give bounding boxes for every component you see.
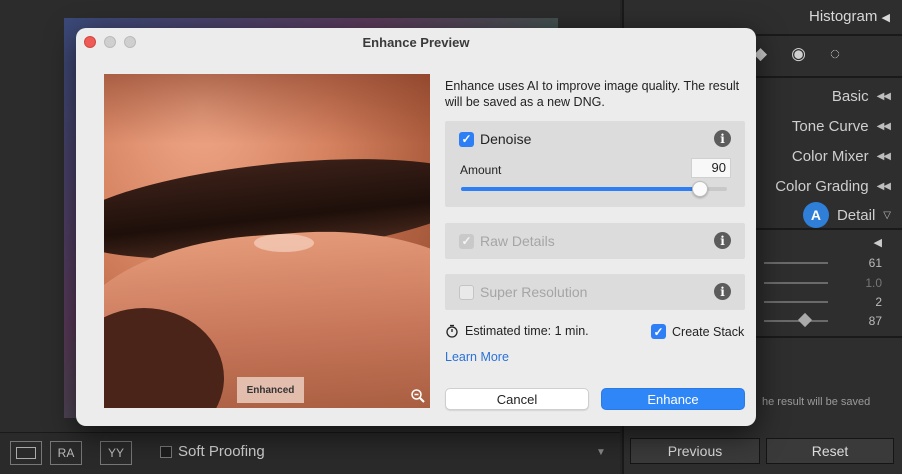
circle-dotted-icon[interactable]: ◌ (830, 44, 840, 64)
create-stack-checkbox[interactable]: ✓ (651, 324, 666, 339)
denoise-checkbox[interactable]: ✓ (459, 131, 474, 147)
detail-slider[interactable] (764, 320, 828, 322)
create-stack-label: Create Stack (672, 324, 745, 339)
dialog-titlebar: Enhance Preview (76, 28, 756, 56)
loupe-view-button[interactable] (10, 441, 42, 465)
detail-header[interactable]: A Detail ▽ (802, 202, 891, 228)
zoom-out-icon[interactable] (410, 388, 426, 404)
lightroom-window: RA YY Soft Proofing ▼ Histogram ◀ ◆ ◉ ◌ … (0, 0, 902, 474)
enhanced-label: Enhanced (237, 377, 304, 403)
histogram-label: Histogram (809, 8, 878, 25)
radius-value[interactable]: 1.0 (865, 276, 882, 290)
denoise-label: Denoise (480, 131, 532, 147)
annotation-badge: A (802, 202, 829, 228)
reset-button[interactable]: Reset (766, 438, 894, 464)
super-resolution-section: Super Resolution i (445, 274, 745, 310)
enhanced-preview-image[interactable]: Enhanced (104, 74, 430, 408)
checkmark-icon: ✓ (653, 324, 664, 339)
denoise-section: ✓ Denoise i Amount 90 (445, 121, 745, 207)
collapse-icon: ◀◀ (876, 91, 891, 102)
preview-highlight (254, 234, 314, 252)
collapse-icon: ◀◀ (876, 181, 891, 192)
detail-slider[interactable] (764, 301, 828, 303)
collapse-left-icon: ◀ (881, 12, 890, 24)
info-icon[interactable]: i (714, 283, 731, 300)
checkmark-icon: ✓ (461, 234, 472, 248)
detail-collapse-icon[interactable]: ◀ (874, 236, 882, 249)
before-after-yy-button[interactable]: YY (100, 441, 132, 465)
info-text: he result will be saved (762, 396, 871, 408)
basic-header[interactable]: Basic ◀◀ (831, 88, 891, 105)
raw-details-option: ✓ Raw Details (459, 233, 555, 249)
detail-slider[interactable] (764, 282, 828, 284)
cancel-button[interactable]: Cancel (445, 388, 589, 410)
basic-label: Basic (831, 88, 869, 105)
dialog-title: Enhance Preview (362, 35, 470, 50)
bottom-toolbar: RA YY Soft Proofing ▼ (0, 432, 620, 474)
enhance-description: Enhance uses AI to improve image quality… (445, 79, 740, 109)
enhance-preview-dialog: Enhance Preview Enhanced Enhance uses AI… (76, 28, 756, 426)
super-resolution-option: Super Resolution (459, 284, 587, 300)
estimated-time: Estimated time: 1 min. (445, 324, 589, 338)
preview-shading (104, 74, 430, 144)
raw-details-section: ✓ Raw Details i (445, 223, 745, 259)
color-grading-label: Color Grading (775, 178, 869, 195)
denoise-option[interactable]: ✓ Denoise (459, 131, 531, 147)
enhance-button[interactable]: Enhance (601, 388, 745, 410)
collapse-icon: ◀◀ (876, 151, 891, 162)
masking-value[interactable]: 87 (869, 314, 882, 328)
color-mixer-header[interactable]: Color Mixer ◀◀ (791, 148, 891, 165)
histogram-header[interactable]: Histogram ◀ (809, 8, 890, 25)
super-resolution-checkbox (459, 284, 474, 300)
detail-value[interactable]: 2 (875, 295, 882, 309)
detail-slider[interactable] (764, 262, 828, 264)
color-grading-header[interactable]: Color Grading ◀◀ (775, 178, 891, 195)
create-stack-option[interactable]: ✓ Create Stack (651, 324, 744, 339)
info-icon[interactable]: i (714, 130, 731, 147)
soft-proofing-checkbox[interactable] (160, 445, 172, 458)
checkmark-icon: ✓ (461, 132, 472, 146)
amount-label: Amount (460, 163, 502, 177)
learn-more-link[interactable]: Learn More (445, 350, 509, 364)
amount-slider-knob[interactable] (692, 181, 709, 197)
amount-input[interactable]: 90 (691, 158, 731, 178)
tone-curve-header[interactable]: Tone Curve ◀◀ (791, 118, 891, 135)
expand-icon: ▽ (883, 209, 891, 221)
soft-proofing-label: Soft Proofing (178, 443, 265, 460)
raw-details-checkbox: ✓ (459, 233, 474, 249)
amount-slider[interactable] (461, 181, 727, 197)
previous-button[interactable]: Previous (630, 438, 760, 464)
raw-details-label: Raw Details (480, 233, 555, 249)
info-icon[interactable]: i (714, 232, 731, 249)
before-after-ra-button[interactable]: RA (50, 441, 82, 465)
timer-icon (446, 324, 458, 338)
eye-icon[interactable]: ◉ (791, 44, 806, 64)
tool-strip: ◆ ◉ ◌ (754, 44, 840, 64)
estimated-time-text: Estimated time: 1 min. (465, 324, 589, 338)
slider-knob[interactable] (797, 312, 813, 328)
tone-curve-label: Tone Curve (791, 118, 869, 135)
sharpening-amount-value[interactable]: 61 (869, 256, 882, 270)
detail-label: Detail (836, 206, 876, 224)
toolbar-dropdown-icon[interactable]: ▼ (596, 447, 606, 458)
color-mixer-label: Color Mixer (791, 148, 869, 165)
super-resolution-label: Super Resolution (480, 284, 588, 300)
soft-proofing-toggle[interactable]: Soft Proofing (160, 443, 265, 460)
amount-slider-fill (461, 187, 701, 191)
collapse-icon: ◀◀ (876, 121, 891, 132)
